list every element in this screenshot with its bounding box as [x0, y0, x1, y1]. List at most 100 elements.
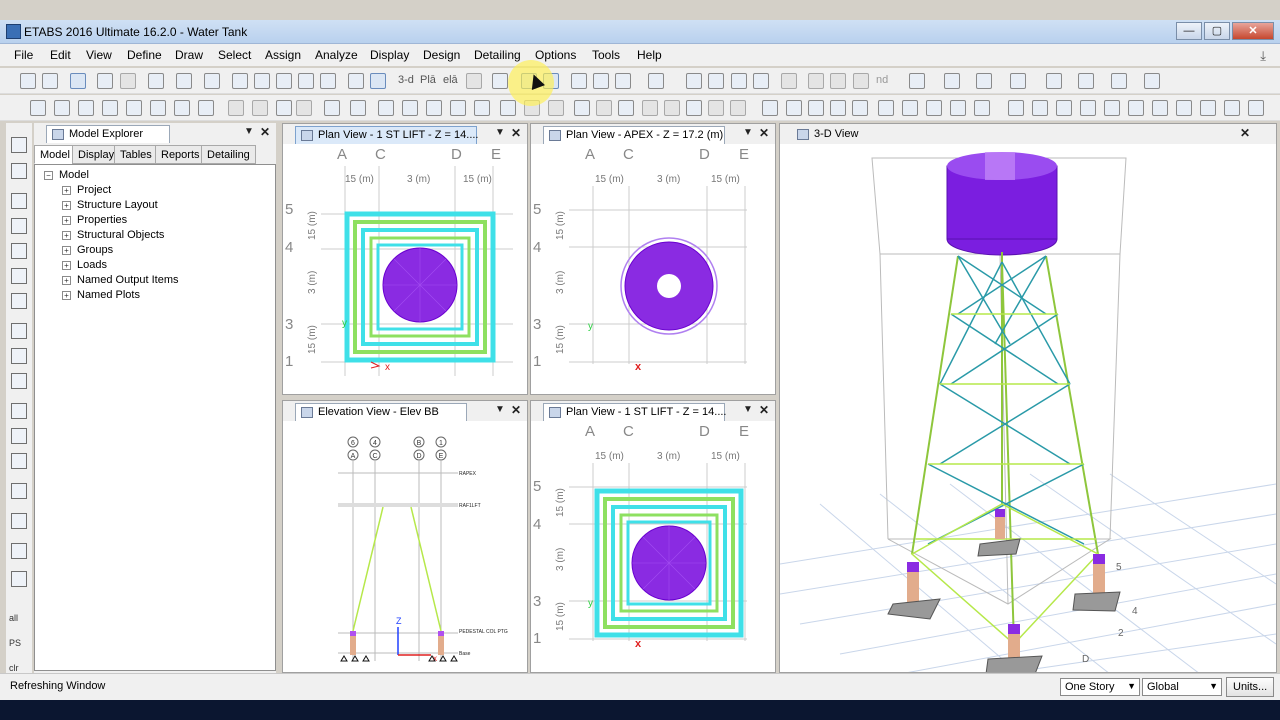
- set-display-icon[interactable]: [571, 73, 587, 89]
- explorer-close-icon[interactable]: ✕: [260, 125, 270, 139]
- clear-selection-button[interactable]: clr: [9, 663, 19, 673]
- menu-options[interactable]: Options: [535, 48, 576, 62]
- tree-node-named-plots[interactable]: + Named Plots: [62, 289, 140, 301]
- redo-icon[interactable]: [120, 73, 136, 89]
- draw-section-cut-icon[interactable]: [11, 543, 27, 559]
- view-3d-button[interactable]: 3-d: [398, 74, 414, 86]
- replicate-icon[interactable]: [324, 100, 340, 116]
- tree-node-structure-layout[interactable]: + Structure Layout: [62, 199, 158, 211]
- menu-design[interactable]: Design: [423, 48, 460, 62]
- new-model-icon[interactable]: [20, 73, 36, 89]
- cut-icon[interactable]: [228, 100, 244, 116]
- story-select[interactable]: One Story ▼: [1060, 678, 1140, 696]
- text-icon[interactable]: [909, 73, 925, 89]
- joint-icon[interactable]: [781, 73, 797, 89]
- object-shrink-icon[interactable]: [615, 73, 631, 89]
- local-axes-icon[interactable]: [974, 100, 990, 116]
- perspective-icon[interactable]: [492, 73, 508, 89]
- select-line-icon[interactable]: [78, 100, 94, 116]
- tree-node-loads[interactable]: + Loads: [62, 259, 107, 271]
- menu-assign[interactable]: Assign: [265, 48, 301, 62]
- insertion-icon[interactable]: [950, 100, 966, 116]
- select-joint-icon[interactable]: [102, 100, 118, 116]
- plan-view-1-dropdown-icon[interactable]: ▼: [495, 127, 505, 138]
- beam-design-icon[interactable]: [976, 73, 992, 89]
- plan-view-apex-canvas[interactable]: A C D E 5 4 3 1 15 (m) 3 (m) 15 (m) 15 (m) 3 …: [531, 144, 775, 394]
- elevation-close-icon[interactable]: ✕: [511, 403, 521, 417]
- draw-column-icon[interactable]: [11, 243, 27, 259]
- plan-view-2-canvas[interactable]: A C D E 5 4 3 1 15 (m) 3 (m) 15 (m) 15 (m) 3 …: [531, 421, 775, 672]
- menu-file[interactable]: File: [14, 48, 33, 62]
- select-point-icon[interactable]: [30, 100, 46, 116]
- layout-icon[interactable]: [1144, 73, 1160, 89]
- elevation-view-tab[interactable]: Elevation View - Elev BB: [295, 403, 467, 421]
- reshape-icon[interactable]: [11, 163, 27, 179]
- tab-model[interactable]: Model: [34, 145, 76, 164]
- column-design-icon[interactable]: [1010, 73, 1026, 89]
- draw-developed-icon[interactable]: [11, 571, 27, 587]
- copy-icon[interactable]: [1078, 73, 1094, 89]
- view-3d-tab[interactable]: 3-D View: [792, 126, 862, 144]
- draw-rect-icon[interactable]: [11, 348, 27, 364]
- design-group-icon[interactable]: [1152, 100, 1168, 116]
- shear-wall-icon[interactable]: [1008, 100, 1024, 116]
- tab-display[interactable]: Display: [72, 145, 121, 164]
- explorer-dropdown-icon[interactable]: ▼: [244, 126, 254, 137]
- elevation-view-button[interactable]: elā: [443, 74, 458, 86]
- plan-view-2-tab[interactable]: Plan View - 1 ST LIFT - Z = 14....: [543, 403, 726, 421]
- beam-icon[interactable]: [753, 73, 769, 89]
- close-window-button[interactable]: ✕: [1232, 22, 1274, 40]
- snap-mid-icon[interactable]: [474, 100, 490, 116]
- zoom-all-icon[interactable]: [254, 73, 270, 89]
- plan-view-apex-dropdown-icon[interactable]: ▼: [743, 127, 753, 138]
- align-icon[interactable]: [402, 100, 418, 116]
- tree-node-model[interactable]: − Model: [44, 169, 89, 181]
- plan-view-2-close-icon[interactable]: ✕: [759, 403, 769, 417]
- undo-icon[interactable]: [97, 73, 113, 89]
- draw-wall-stack-icon[interactable]: [11, 403, 27, 419]
- design-combo-icon[interactable]: [1176, 100, 1192, 116]
- draw-beam-icon[interactable]: [11, 268, 27, 284]
- draw-grid-icon[interactable]: [596, 100, 612, 116]
- tab-reports[interactable]: Reports: [155, 145, 206, 164]
- menu-select[interactable]: Select: [218, 48, 251, 62]
- snap-grid-icon[interactable]: [450, 100, 466, 116]
- draw-wall-quick-icon[interactable]: [11, 428, 27, 444]
- frame-load-icon[interactable]: [808, 100, 824, 116]
- tree-node-properties[interactable]: + Properties: [62, 214, 127, 226]
- plan-view-2-dropdown-icon[interactable]: ▼: [743, 404, 753, 415]
- view-3d-close-icon[interactable]: ✕: [1240, 126, 1250, 140]
- tab-tables[interactable]: Tables: [114, 145, 158, 164]
- display-options-icon[interactable]: [944, 73, 960, 89]
- divide-icon[interactable]: [350, 100, 366, 116]
- plan-view-1-canvas[interactable]: A C D E 5 4 3 1 15 (m) 3 (m) 15 (m) 15 (…: [283, 144, 527, 394]
- units-button[interactable]: Units...: [1226, 677, 1275, 697]
- snap-line-icon[interactable]: [548, 100, 564, 116]
- select-all-button[interactable]: all: [9, 613, 18, 623]
- merge-icon[interactable]: [378, 100, 394, 116]
- concrete-frame-icon[interactable]: [1032, 100, 1048, 116]
- draw-frame-icon[interactable]: [11, 193, 27, 209]
- temperature-load-icon[interactable]: [852, 100, 868, 116]
- menu-help[interactable]: Help: [637, 48, 662, 62]
- assign-frame-icon[interactable]: [150, 100, 166, 116]
- open-icon[interactable]: [42, 73, 58, 89]
- tab-detailing[interactable]: Detailing: [201, 145, 256, 164]
- draw-link-icon[interactable]: [708, 100, 724, 116]
- menu-edit[interactable]: Edit: [50, 48, 71, 62]
- model-explorer-tab[interactable]: Model Explorer: [46, 125, 170, 143]
- draw-tendon-icon[interactable]: [730, 100, 746, 116]
- draw-joint-icon[interactable]: [574, 100, 590, 116]
- line-style-icon[interactable]: [1046, 73, 1062, 89]
- lock-icon[interactable]: [176, 73, 192, 89]
- previous-selection-button[interactable]: PS: [9, 638, 21, 648]
- check-icon[interactable]: [593, 73, 609, 89]
- maximize-button[interactable]: ▢: [1204, 22, 1230, 40]
- download-icon[interactable]: ⤓: [1260, 48, 1266, 64]
- plan-view-1-close-icon[interactable]: ✕: [511, 126, 521, 140]
- offset-icon[interactable]: [926, 100, 942, 116]
- menu-display[interactable]: Display: [370, 48, 409, 62]
- draw-dimension-icon[interactable]: [11, 483, 27, 499]
- draw-area-icon[interactable]: [686, 100, 702, 116]
- zoom-out-icon[interactable]: [298, 73, 314, 89]
